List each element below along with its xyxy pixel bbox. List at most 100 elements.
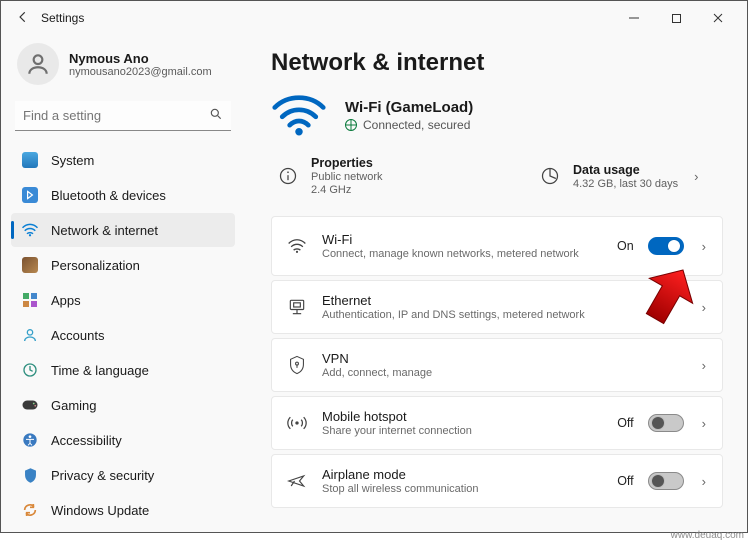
nav-bluetooth[interactable]: Bluetooth & devices: [11, 178, 235, 212]
avatar: [17, 43, 59, 85]
accessibility-icon: [21, 431, 39, 449]
airplane-state-label: Off: [617, 474, 633, 488]
hotspot-icon: [286, 414, 308, 432]
close-button[interactable]: [697, 3, 739, 33]
privacy-icon: [21, 466, 39, 484]
hotspot-title: Mobile hotspot: [322, 409, 603, 424]
hotspot-toggle[interactable]: [648, 414, 684, 432]
back-button[interactable]: [9, 10, 37, 27]
ethernet-icon: [286, 298, 308, 316]
nav-windows-update[interactable]: Windows Update: [11, 493, 235, 527]
settings-cards: Wi-Fi Connect, manage known networks, me…: [271, 216, 723, 508]
airplane-title: Airplane mode: [322, 467, 603, 482]
profile-block[interactable]: Nymous Ano nymousano2023@gmail.com: [11, 39, 235, 99]
nav-accounts[interactable]: Accounts: [11, 318, 235, 352]
network-icon: [21, 221, 39, 239]
nav-accessibility[interactable]: Accessibility: [11, 423, 235, 457]
bluetooth-icon: [21, 186, 39, 204]
time-language-icon: [21, 361, 39, 379]
nav-label: Gaming: [51, 398, 97, 413]
nav-list: System Bluetooth & devices Network & int…: [11, 143, 235, 527]
nav-label: Privacy & security: [51, 468, 154, 483]
properties-title: Properties: [311, 156, 383, 170]
gaming-icon: [21, 396, 39, 414]
search-icon: [209, 107, 223, 124]
apps-icon: [21, 291, 39, 309]
window-controls: [613, 3, 739, 33]
data-usage-icon: [539, 165, 561, 187]
profile-email: nymousano2023@gmail.com: [69, 66, 212, 78]
windows-update-icon: [21, 501, 39, 519]
nav-time-language[interactable]: Time & language: [11, 353, 235, 387]
nav-apps[interactable]: Apps: [11, 283, 235, 317]
wifi-state-label: On: [617, 239, 634, 253]
chevron-right-icon: ›: [690, 169, 702, 184]
info-icon: [277, 165, 299, 187]
airplane-card[interactable]: Airplane mode Stop all wireless communic…: [271, 454, 723, 508]
nav-label: System: [51, 153, 94, 168]
search-box[interactable]: [15, 101, 231, 131]
ethernet-title: Ethernet: [322, 293, 684, 308]
nav-label: Time & language: [51, 363, 149, 378]
data-usage-title: Data usage: [573, 163, 678, 177]
chevron-right-icon[interactable]: ›: [698, 416, 710, 431]
nav-network[interactable]: Network & internet: [11, 213, 235, 247]
nav-label: Bluetooth & devices: [51, 188, 166, 203]
properties-cell[interactable]: Properties Public network 2.4 GHz: [271, 152, 523, 200]
data-usage-sub: 4.32 GB, last 30 days: [573, 178, 678, 190]
maximize-button[interactable]: [655, 3, 697, 33]
nav-label: Windows Update: [51, 503, 149, 518]
hotspot-sub: Share your internet connection: [322, 425, 603, 437]
titlebar: Settings: [1, 1, 747, 35]
wifi-card[interactable]: Wi-Fi Connect, manage known networks, me…: [271, 216, 723, 276]
airplane-sub: Stop all wireless communication: [322, 483, 603, 495]
nav-label: Apps: [51, 293, 81, 308]
content-area: Network & internet Wi-Fi (GameLoad) Conn…: [241, 35, 747, 532]
personalization-icon: [21, 256, 39, 274]
search-input[interactable]: [23, 108, 209, 123]
nav-label: Accessibility: [51, 433, 122, 448]
properties-sub2: 2.4 GHz: [311, 184, 383, 196]
ethernet-sub: Authentication, IP and DNS settings, met…: [322, 309, 684, 321]
minimize-button[interactable]: [613, 3, 655, 33]
watermark: www.deuaq.com: [671, 530, 744, 541]
chevron-right-icon[interactable]: ›: [698, 358, 710, 373]
hotspot-state-label: Off: [617, 416, 633, 430]
window-title: Settings: [41, 11, 84, 25]
vpn-icon: [286, 355, 308, 375]
nav-privacy[interactable]: Privacy & security: [11, 458, 235, 492]
nav-label: Network & internet: [51, 223, 158, 238]
chevron-right-icon[interactable]: ›: [698, 300, 710, 315]
nav-personalization[interactable]: Personalization: [11, 248, 235, 282]
globe-icon: [345, 119, 357, 131]
settings-window: Settings Nymous Ano nymousano2023@gmail: [0, 0, 748, 533]
hotspot-card[interactable]: Mobile hotspot Share your internet conne…: [271, 396, 723, 450]
chevron-right-icon[interactable]: ›: [698, 474, 710, 489]
data-usage-cell[interactable]: Data usage 4.32 GB, last 30 days ›: [533, 152, 723, 200]
wifi-icon: [286, 238, 308, 254]
vpn-sub: Add, connect, manage: [322, 367, 684, 379]
airplane-icon: [286, 472, 308, 490]
profile-name: Nymous Ano: [69, 51, 212, 66]
nav-system[interactable]: System: [11, 143, 235, 177]
system-icon: [21, 151, 39, 169]
accounts-icon: [21, 326, 39, 344]
wifi-title: Wi-Fi: [322, 232, 603, 247]
nav-label: Accounts: [51, 328, 104, 343]
nav-gaming[interactable]: Gaming: [11, 388, 235, 422]
airplane-toggle[interactable]: [648, 472, 684, 490]
wifi-ssid: Wi-Fi (GameLoad): [345, 99, 473, 116]
ethernet-card[interactable]: Ethernet Authentication, IP and DNS sett…: [271, 280, 723, 334]
chevron-right-icon[interactable]: ›: [698, 239, 710, 254]
page-title: Network & internet: [271, 49, 723, 77]
wifi-toggle[interactable]: [648, 237, 684, 255]
properties-sub1: Public network: [311, 171, 383, 183]
vpn-card[interactable]: VPN Add, connect, manage ›: [271, 338, 723, 392]
info-row: Properties Public network 2.4 GHz Data u…: [271, 152, 723, 200]
vpn-title: VPN: [322, 351, 684, 366]
wifi-large-icon: [271, 91, 327, 140]
wifi-sub: Connect, manage known networks, metered …: [322, 248, 603, 260]
sidebar: Nymous Ano nymousano2023@gmail.com Syste…: [1, 35, 241, 532]
connection-hero: Wi-Fi (GameLoad) Connected, secured: [271, 91, 723, 140]
nav-label: Personalization: [51, 258, 140, 273]
